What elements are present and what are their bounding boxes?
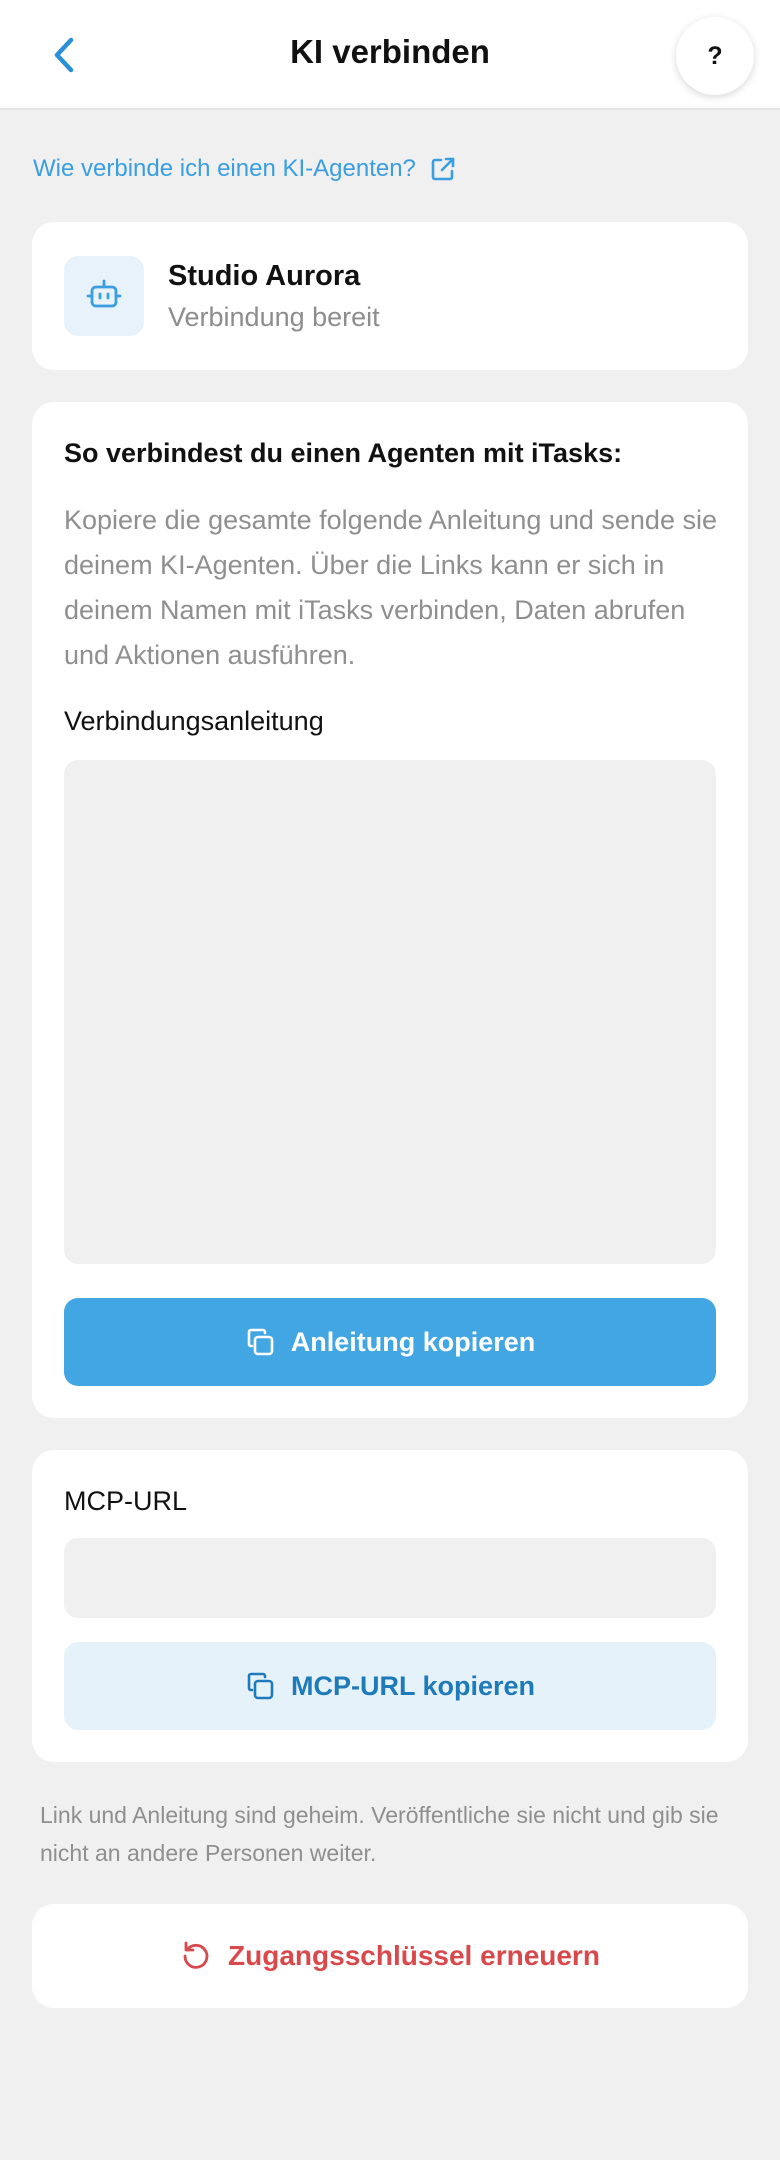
help-link-label: Wie verbinde ich einen KI-Agenten? [33,155,416,182]
refresh-icon [180,1940,212,1972]
instructions-field-label: Verbindungsanleitung [64,706,324,736]
copy-icon [245,1671,275,1701]
agent-name: Studio Aurora [168,260,361,292]
copy-mcp-url-button[interactable]: MCP-URL kopieren [64,1642,716,1730]
secret-note: Link und Anleitung sind geheim. Veröffen… [40,1802,719,1866]
robot-icon [86,278,122,314]
copy-instructions-label: Anleitung kopieren [290,1326,536,1357]
renew-key-button[interactable]: Zugangsschlüssel erneuern [32,1904,748,2008]
copy-mcp-url-label: MCP-URL kopieren [290,1670,536,1701]
mcp-card: MCP-URL MCP-URL kopieren [32,1450,748,1762]
copy-icon [245,1327,275,1357]
page-title: KI verbinden [290,33,490,70]
help-button[interactable]: ? [676,17,754,95]
instructions-textarea[interactable] [64,760,716,1264]
external-link-icon [430,156,456,182]
header-bar: KI verbinden ? [0,0,780,110]
help-link[interactable]: Wie verbinde ich einen KI-Agenten? [33,155,456,183]
instructions-description: Kopiere die gesamte folgende Anleitung u… [64,505,717,670]
mcp-url-field[interactable] [64,1538,716,1618]
agent-card: Studio Aurora Verbindung bereit [32,222,748,370]
instructions-card: So verbindest du einen Agenten mit iTask… [32,402,748,1418]
agent-status: Verbindung bereit [168,302,380,332]
agent-avatar [64,256,144,336]
mcp-url-label: MCP-URL [64,1486,188,1516]
instructions-heading: So verbindest du einen Agenten mit iTask… [64,438,623,468]
renew-key-label: Zugangsschlüssel erneuern [228,1940,600,1971]
copy-instructions-button[interactable]: Anleitung kopieren [64,1298,716,1386]
